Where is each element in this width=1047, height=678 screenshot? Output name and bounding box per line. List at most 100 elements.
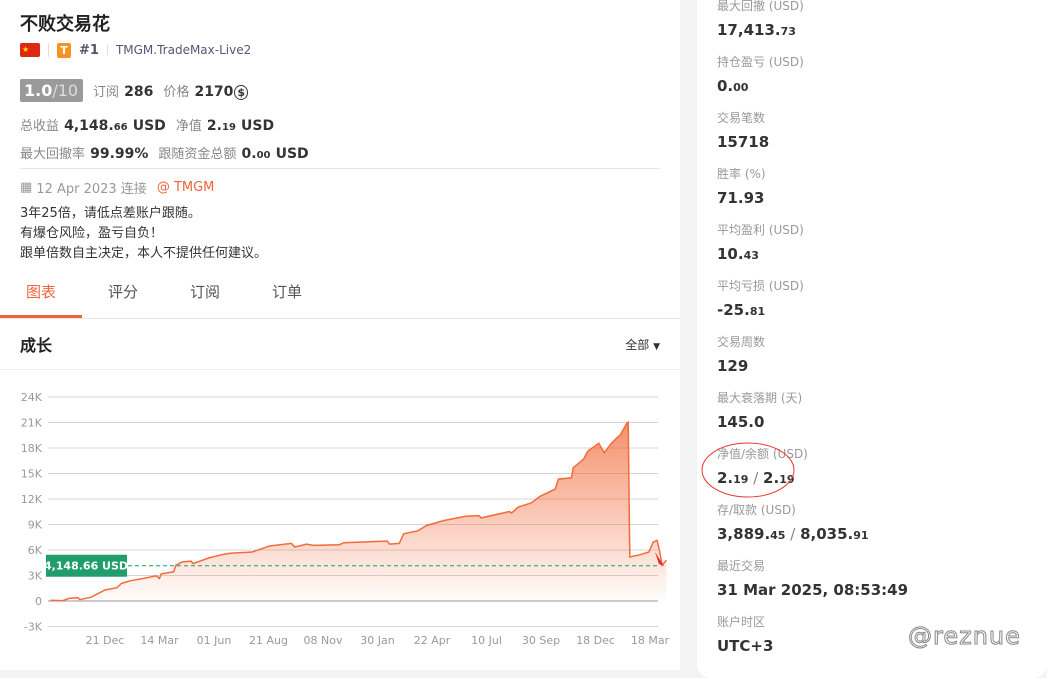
stat-dec: 73 [780, 25, 796, 38]
description-line: 3年25倍，请低点差账户跟随。 [20, 206, 201, 221]
follow-dec: 00 [256, 149, 271, 161]
range-value: 全部 [625, 337, 650, 352]
stat-int: 8,035. [800, 525, 854, 543]
stat-value: 10.43 [717, 242, 1047, 266]
subscribers: 订阅 286 [93, 81, 153, 100]
reference-label: 4,148.66 USD [44, 560, 128, 573]
equity-unit: USD [241, 117, 275, 134]
price-value: 2170 [194, 84, 234, 100]
x-tick-label: 30 Jan [360, 634, 394, 647]
stats-panel: 最大回撤 (USD) 17,413.73 持仓盈亏 (USD) 0.00 交易笔数 … [697, 0, 1047, 678]
watermark: @reznue [908, 622, 1021, 651]
area-fill [50, 422, 667, 601]
stat-int: 31 Mar 2025, 08:53:49 [717, 581, 909, 599]
x-tick-label: 14 Mar [140, 634, 179, 647]
trader-name: 不败交易花 [20, 14, 110, 35]
stat-label: 最大回撤 (USD) [717, 0, 804, 13]
stat-label: 最近交易 [717, 559, 766, 573]
server-name: TMGM.TradeMax-Live2 [115, 43, 252, 57]
y-tick-label: -3K [24, 621, 43, 634]
broker-badge-icon: T [57, 42, 71, 58]
connected-info: ▦ 12 Apr 2023 连接 @ TMGM [0, 178, 680, 197]
range-dropdown[interactable]: 全部 ▼ [625, 336, 660, 353]
x-tick-label: 18 Dec [576, 634, 615, 647]
stat-int: -25. [717, 301, 750, 319]
stat-value: 129 [717, 354, 1047, 378]
dd-label: 最大回撤率 [20, 146, 86, 162]
stat-item: 交易周数 129 [717, 330, 1047, 386]
subs-value: 286 [124, 84, 154, 100]
y-tick-label: 9K [28, 519, 43, 532]
stat-int: 0. [717, 77, 734, 95]
tab-orders[interactable]: 订单 [246, 282, 328, 318]
total-label: 总收益 [20, 118, 60, 134]
y-tick-label: 21K [21, 417, 43, 430]
x-tick-label: 08 Nov [304, 634, 343, 647]
y-tick-label: 12K [21, 493, 43, 506]
description-line: 跟单倍数自主决定，本人不提供任何建议。 [20, 246, 268, 261]
stat-label: 交易笔数 [717, 111, 766, 125]
y-tick-label: 15K [21, 468, 43, 481]
follow-int: 0. [241, 145, 257, 162]
x-tick-label: 01 Jun [197, 634, 232, 647]
stat-label: 交易周数 [717, 335, 766, 349]
profit-row: 总收益 4,148.66 USD 净值 2.19 USD [0, 114, 680, 134]
description-line: 有爆仓风险，盈亏自负！ [20, 226, 164, 241]
x-tick-label: 18 Mar [631, 634, 670, 647]
stat-dec: 45 [770, 529, 786, 542]
china-flag-icon: ★ [20, 43, 40, 57]
dd-value: 99.99% [90, 145, 149, 162]
y-tick-label: 6K [28, 544, 43, 557]
stat-label: 平均亏损 (USD) [717, 279, 804, 293]
stat-int: 3,889. [717, 525, 771, 543]
equity: 净值 2.19 USD [176, 115, 274, 134]
equity-dec: 19 [221, 121, 236, 133]
subs-label: 订阅 [93, 85, 120, 100]
stat-value: 17,413.73 [717, 18, 1047, 42]
divider [48, 43, 49, 57]
y-tick-label: 18K [21, 442, 43, 455]
stat-label: 最大衰落期 (天) [717, 391, 803, 405]
stat-value: 71.93 [717, 186, 1047, 210]
page: 不败交易花 ★ T #1 TMGM.TradeMax-Live2 1.0/10 … [0, 0, 1047, 678]
follow-funds: 跟随资金总额 0.00 USD [158, 143, 308, 162]
broker-link[interactable]: @ TMGM [157, 180, 215, 195]
stat-int: 71.93 [717, 189, 765, 207]
tab-chart[interactable]: 图表 [0, 282, 82, 318]
stat-value: 3,889.45 / 8,035.91 [717, 522, 1047, 546]
tab-subscribe[interactable]: 订阅 [164, 282, 246, 318]
calendar-icon: ▦ [20, 179, 33, 195]
x-tick-label: 30 Sep [522, 634, 560, 647]
stat-item: 最大回撤 (USD) 17,413.73 [717, 0, 1047, 50]
stat-dec: 91 [853, 529, 869, 542]
x-tick-label: 10 Jul [471, 634, 502, 647]
divider [20, 168, 660, 169]
stat-int: 17,413. [717, 21, 781, 39]
stat-item: 胜率 (%) 71.93 [717, 162, 1047, 218]
tab-rating[interactable]: 评分 [82, 282, 164, 318]
x-tick-label: 21 Aug [249, 634, 288, 647]
max-drawdown: 最大回撤率 99.99% [20, 143, 148, 162]
caret-down-icon: ▼ [653, 341, 660, 352]
x-tick-label: 22 Apr [414, 634, 451, 647]
follow-unit: USD [275, 145, 309, 162]
total-dec: 66 [113, 121, 128, 133]
stat-value: 145.0 [717, 410, 1047, 434]
trader-id-row: ★ T #1 TMGM.TradeMax-Live2 [0, 40, 680, 60]
score: 1.0 [24, 81, 53, 100]
tab-bar: 图表 评分 订阅 订单 [0, 264, 680, 319]
stat-item: 平均亏损 (USD) -25.81 [717, 274, 1047, 330]
connected-date: 12 Apr 2023 连接 [36, 181, 147, 197]
description: 3年25倍，请低点差账户跟随。 有爆仓风险，盈亏自负！ 跟单倍数自主决定，本人不… [0, 204, 680, 264]
stat-int: 129 [717, 357, 749, 375]
stat-label: 持仓盈亏 (USD) [717, 55, 804, 69]
divider [106, 45, 108, 55]
x-tick-label: 21 Dec [86, 634, 125, 647]
stat-item: 持仓盈亏 (USD) 0.00 [717, 50, 1047, 106]
stat-item: 最近交易 31 Mar 2025, 08:53:49 [717, 554, 1047, 610]
stat-item: 最大衰落期 (天) 145.0 [717, 386, 1047, 442]
trader-panel: 不败交易花 ★ T #1 TMGM.TradeMax-Live2 1.0/10 … [0, 0, 680, 670]
score-max: /10 [52, 81, 79, 100]
stat-value: 0.00 [717, 74, 1047, 98]
price: 价格 2170 $ [163, 81, 249, 100]
